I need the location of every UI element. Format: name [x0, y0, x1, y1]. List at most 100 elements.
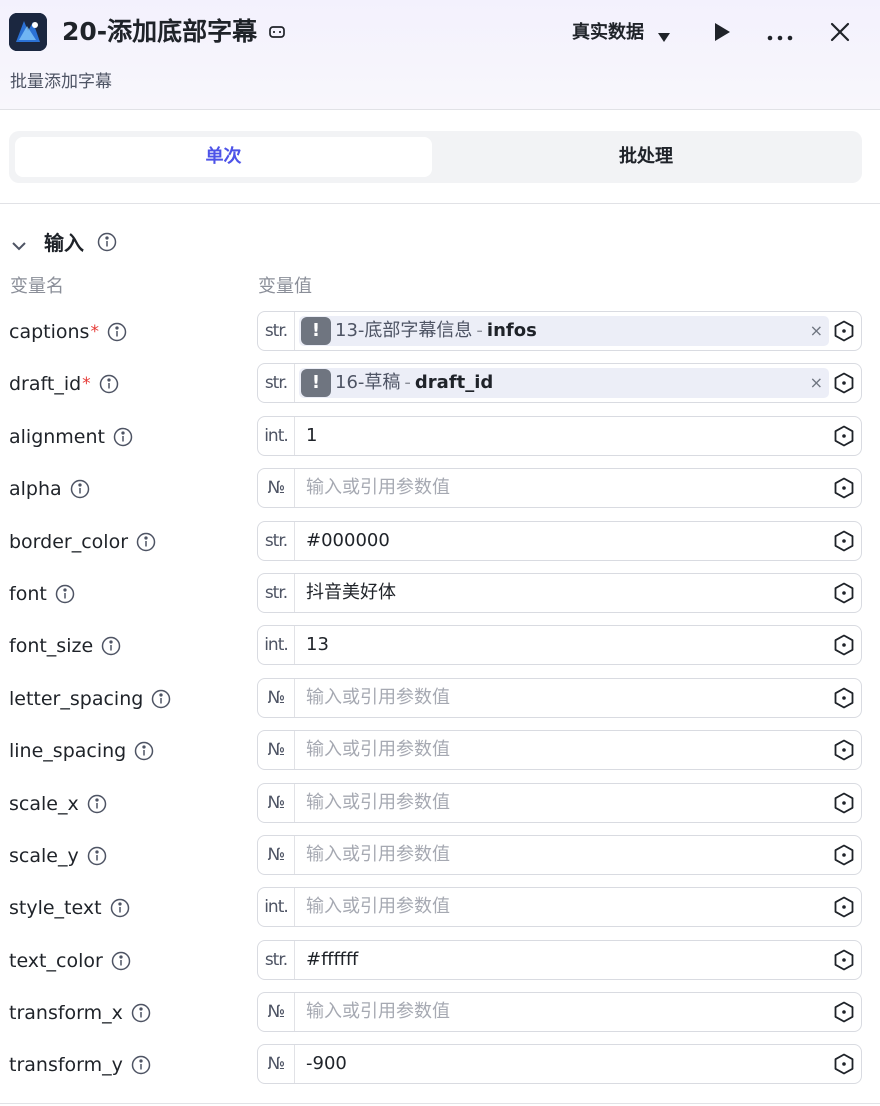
required-mark: *: [82, 374, 91, 395]
type-badge[interactable]: int.: [258, 888, 295, 927]
param-value-input[interactable]: 输入或引用参数值: [306, 836, 450, 874]
param-name: scale_x: [9, 792, 79, 815]
info-icon[interactable]: [151, 689, 171, 709]
type-badge[interactable]: str.: [258, 521, 295, 560]
info-icon[interactable]: [131, 1055, 151, 1075]
info-icon[interactable]: [111, 951, 131, 971]
param-value-input[interactable]: 输入或引用参数值: [306, 784, 450, 822]
type-badge[interactable]: str.: [258, 312, 295, 350]
variable-reference-icon[interactable]: [833, 792, 855, 814]
reference-chip[interactable]: ! 13-底部字幕信息 - infos ×: [299, 316, 829, 346]
info-icon[interactable]: [70, 479, 90, 499]
param-value-input[interactable]: 输入或引用参数值: [306, 679, 450, 717]
variable-reference-icon[interactable]: [833, 530, 855, 552]
param-value-field[interactable]: № -900: [257, 1044, 862, 1085]
variable-reference-icon[interactable]: [833, 844, 855, 866]
info-icon[interactable]: [101, 636, 121, 656]
param-value-field[interactable]: № 输入或引用参数值: [257, 782, 862, 823]
variable-reference-icon[interactable]: [833, 425, 855, 447]
type-badge[interactable]: str.: [258, 364, 295, 403]
type-badge[interactable]: №: [258, 1045, 295, 1084]
param-row-font-size: font_size int. 13: [0, 625, 880, 677]
more-icon[interactable]: [766, 27, 794, 46]
param-value-field[interactable]: int. 输入或引用参数值: [257, 887, 862, 928]
info-icon[interactable]: [87, 846, 107, 866]
param-name: font: [9, 582, 47, 605]
type-badge[interactable]: int.: [258, 416, 295, 455]
param-value-input[interactable]: 抖音美好体: [306, 574, 396, 612]
param-row-alpha: alpha № 输入或引用参数值: [0, 468, 880, 520]
param-value-field[interactable]: str.! 13-底部字幕信息 - infos ×: [257, 311, 862, 351]
copy-icon[interactable]: [268, 23, 286, 41]
param-value-field[interactable]: str. 抖音美好体: [257, 572, 862, 613]
param-row-text-color: text_color str. #ffffff: [0, 939, 880, 992]
type-badge[interactable]: №: [258, 469, 295, 508]
type-badge[interactable]: №: [258, 731, 295, 770]
param-row-transform-y: transform_y № -900: [0, 1044, 880, 1096]
clear-icon[interactable]: ×: [810, 316, 823, 346]
type-badge[interactable]: int.: [258, 626, 295, 665]
info-icon[interactable]: [55, 584, 75, 604]
param-value-field[interactable]: № 输入或引用参数值: [257, 730, 862, 771]
info-icon[interactable]: [107, 322, 127, 342]
param-value-input[interactable]: 1: [306, 417, 317, 455]
info-icon[interactable]: [131, 1003, 151, 1023]
info-icon[interactable]: [99, 374, 119, 394]
param-value-field[interactable]: str.! 16-草稿 - draft_id ×: [257, 363, 862, 404]
variable-reference-icon[interactable]: [833, 739, 855, 761]
param-value-field[interactable]: № 输入或引用参数值: [257, 468, 862, 509]
param-row-font: font str. 抖音美好体: [0, 572, 880, 625]
param-value-field[interactable]: str. #000000: [257, 520, 862, 561]
param-value-input[interactable]: #ffffff: [306, 941, 358, 979]
variable-reference-icon[interactable]: [833, 687, 855, 709]
variable-reference-icon[interactable]: [833, 896, 855, 918]
param-row-scale-y: scale_y № 输入或引用参数值: [0, 834, 880, 887]
reference-chip[interactable]: ! 16-草稿 - draft_id ×: [299, 368, 829, 399]
clear-icon[interactable]: ×: [810, 368, 823, 398]
variable-reference-icon[interactable]: [833, 582, 855, 604]
type-badge[interactable]: №: [258, 783, 295, 822]
param-value-field[interactable]: int. 1: [257, 415, 862, 456]
info-icon[interactable]: [87, 794, 107, 814]
play-icon[interactable]: [712, 22, 732, 46]
type-badge[interactable]: №: [258, 835, 295, 874]
param-label: line_spacing: [9, 738, 154, 764]
tab-single[interactable]: 单次: [15, 137, 432, 177]
variable-reference-icon[interactable]: [833, 320, 855, 342]
close-icon[interactable]: [829, 21, 851, 47]
tab-batch[interactable]: 批处理: [436, 137, 856, 177]
divider: [0, 1103, 880, 1104]
variable-reference-icon[interactable]: [833, 477, 855, 499]
variable-reference-icon[interactable]: [833, 949, 855, 971]
param-value-field[interactable]: № 输入或引用参数值: [257, 834, 862, 875]
data-mode-select[interactable]: 真实数据: [572, 20, 644, 46]
param-value-input[interactable]: 输入或引用参数值: [306, 993, 450, 1031]
variable-reference-icon[interactable]: [833, 634, 855, 656]
type-badge[interactable]: str.: [258, 573, 295, 612]
info-icon[interactable]: [134, 741, 154, 761]
type-badge[interactable]: №: [258, 993, 295, 1032]
param-value-input[interactable]: #000000: [306, 522, 390, 560]
info-icon[interactable]: [136, 532, 156, 552]
param-value-field[interactable]: str. #ffffff: [257, 939, 862, 980]
type-badge[interactable]: №: [258, 678, 295, 717]
chevron-down-icon[interactable]: [12, 236, 26, 255]
info-icon[interactable]: [113, 427, 133, 447]
param-name: line_spacing: [9, 740, 127, 763]
type-badge[interactable]: str.: [258, 940, 295, 979]
param-value-input[interactable]: 输入或引用参数值: [306, 888, 450, 926]
param-value-input[interactable]: -900: [306, 1045, 347, 1083]
param-value-field[interactable]: № 输入或引用参数值: [257, 677, 862, 718]
param-value-field[interactable]: int. 13: [257, 625, 862, 666]
param-value-input[interactable]: 13: [306, 626, 329, 664]
caret-down-icon[interactable]: [658, 28, 670, 47]
param-value-input[interactable]: 输入或引用参数值: [306, 731, 450, 769]
param-value-input[interactable]: 输入或引用参数值: [306, 469, 450, 507]
variable-reference-icon[interactable]: [833, 1001, 855, 1023]
variable-reference-icon[interactable]: [833, 372, 855, 394]
param-row-letter-spacing: letter_spacing № 输入或引用参数值: [0, 677, 880, 730]
param-value-field[interactable]: № 输入或引用参数值: [257, 992, 862, 1033]
info-icon[interactable]: [97, 232, 117, 256]
variable-reference-icon[interactable]: [833, 1053, 855, 1075]
info-icon[interactable]: [110, 898, 130, 918]
